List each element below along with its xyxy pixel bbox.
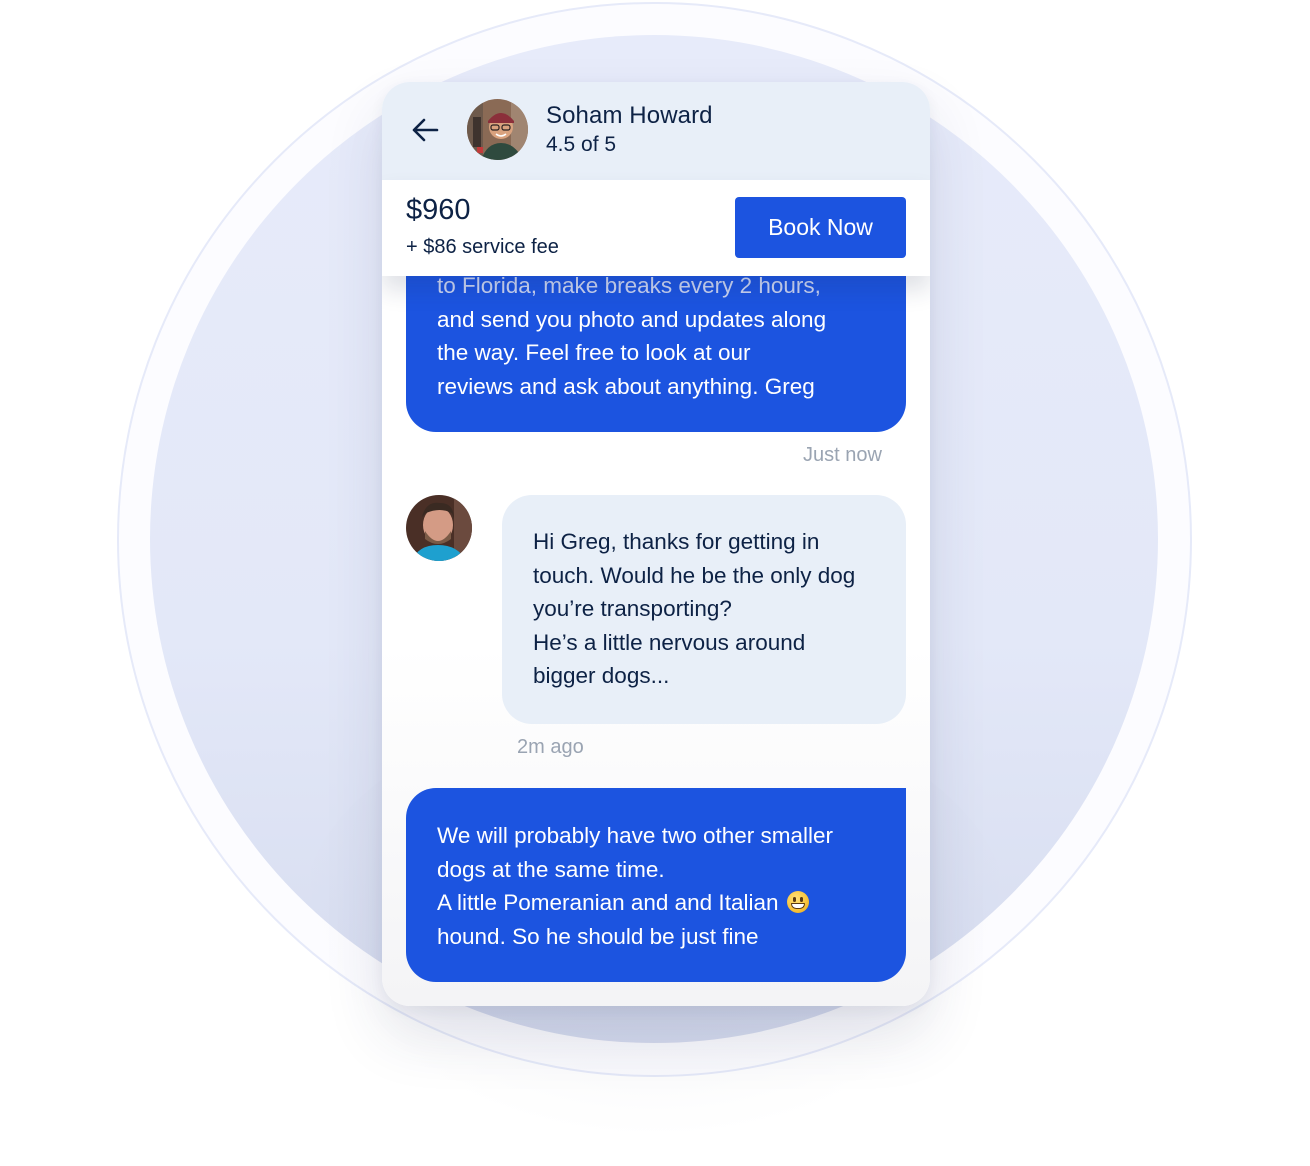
message-line: the way. Feel free to look at our: [437, 340, 751, 365]
message-timestamp: 2m ago: [517, 736, 584, 758]
chat-header: Soham Howard 4.5 of 5: [382, 82, 930, 180]
message-line: and send you photo and updates along: [437, 306, 827, 332]
message-line: bigger dogs...: [533, 663, 670, 688]
message-bubble-outgoing: We will probably have two other smaller …: [406, 788, 906, 982]
host-avatar[interactable]: [467, 99, 528, 160]
message-line: dogs at the same time.: [437, 856, 665, 882]
message-line: hound. So he should be just fine: [437, 923, 759, 949]
host-rating: 4.5 of 5: [546, 133, 617, 156]
guest-avatar[interactable]: [406, 495, 472, 561]
stage: Soham Howard 4.5 of 5 $960 + $86 service…: [0, 0, 1310, 1166]
host-avatar-photo: [467, 99, 528, 160]
host-name: Soham Howard: [546, 102, 713, 129]
guest-avatar-photo: [406, 495, 472, 561]
message-line: Hi Greg, thanks for getting in: [533, 529, 820, 554]
message-bubble-incoming: Hi Greg, thanks for getting in touch. Wo…: [502, 495, 906, 724]
message-line: touch. Would he be the only dog: [533, 562, 856, 588]
price-amount: $960: [406, 194, 471, 226]
arrow-left-icon: [412, 118, 439, 142]
chat-card: Soham Howard 4.5 of 5 $960 + $86 service…: [382, 82, 930, 1006]
message-line: He’s a little nervous around: [533, 629, 806, 655]
message-line: A little Pomeranian and and Italian: [437, 890, 779, 915]
back-button[interactable]: [408, 115, 442, 145]
message-line: reviews and ask about anything. Greg: [437, 373, 815, 399]
grinning-face-emoji-icon: [786, 891, 809, 913]
message-line: you’re transporting?: [533, 596, 732, 621]
book-now-button[interactable]: Book Now: [735, 197, 906, 258]
service-fee: + $86 service fee: [406, 236, 559, 258]
message-line-with-emoji: A little Pomeranian and and Italian: [437, 886, 886, 920]
message-line: We will probably have two other smaller: [437, 823, 834, 848]
price-bar: $960 + $86 service fee Book Now: [382, 180, 930, 276]
message-timestamp: Just now: [803, 444, 882, 466]
